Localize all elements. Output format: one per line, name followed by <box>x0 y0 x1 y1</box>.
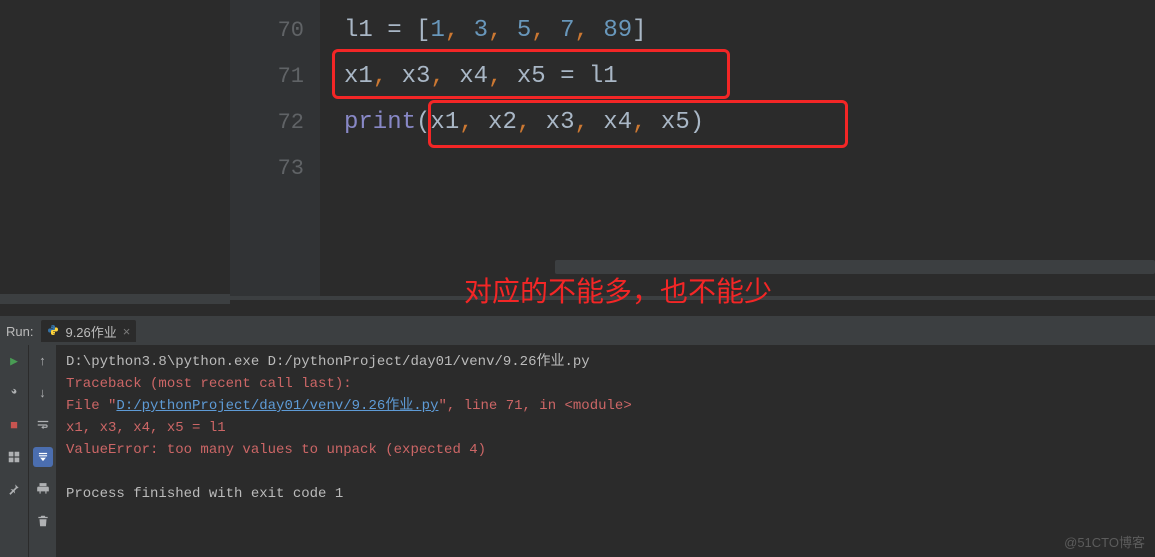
run-header: Run: 9.26作业 × <box>0 317 1155 345</box>
num-literal: 89 <box>603 17 632 44</box>
comma: , <box>531 17 560 44</box>
line-gutter: 70 71 72 73 <box>230 0 320 300</box>
comma: , <box>517 109 546 136</box>
run-body: ▶ ■ ↑ ↓ <box>0 345 1155 557</box>
var-x4: x4 <box>459 63 488 90</box>
right-paren: ) <box>690 109 704 136</box>
print-func: print <box>344 109 416 136</box>
console-text: File " <box>66 398 116 414</box>
code-line-72[interactable]: print(x1, x2, x3, x4, x5) <box>344 100 1155 146</box>
num-literal: 1 <box>430 17 444 44</box>
line-number: 73 <box>230 146 304 192</box>
left-blank <box>0 0 230 300</box>
console-blank <box>66 461 1145 483</box>
run-toolbar-left: ▶ ■ <box>0 345 28 557</box>
assign-op: = <box>546 63 589 90</box>
run-tab-name: 9.26作业 <box>65 322 116 341</box>
softwrap-icon[interactable] <box>33 415 53 435</box>
var-x3: x3 <box>402 63 431 90</box>
run-tab[interactable]: 9.26作业 × <box>41 320 136 342</box>
var-x5: x5 <box>661 109 690 136</box>
pin-icon[interactable] <box>4 479 24 499</box>
comma: , <box>488 17 517 44</box>
comma: , <box>488 63 517 90</box>
var-l1: l1 <box>344 17 373 44</box>
comma: , <box>430 63 459 90</box>
console-line: D:\python3.8\python.exe D:/pythonProject… <box>66 351 1145 373</box>
comma: , <box>445 17 474 44</box>
close-icon[interactable]: × <box>123 324 131 339</box>
watermark: @51CTO博客 <box>1064 532 1145 551</box>
print-icon[interactable] <box>33 479 53 499</box>
console-output[interactable]: D:\python3.8\python.exe D:/pythonProject… <box>56 345 1155 557</box>
var-x3: x3 <box>546 109 575 136</box>
left-bracket: [ <box>416 17 430 44</box>
console-code-line: x1, x3, x4, x5 = l1 <box>66 417 1145 439</box>
code-line-71[interactable]: x1, x3, x4, x5 = l1 <box>344 54 1155 100</box>
scroll-to-end-icon[interactable] <box>33 447 53 467</box>
line-number: 72 <box>230 100 304 146</box>
console-error-line: ValueError: too many values to unpack (e… <box>66 439 1145 461</box>
wrench-icon[interactable] <box>4 383 24 403</box>
var-x5: x5 <box>517 63 546 90</box>
annotation-text: 对应的不能多，也不能少 <box>464 270 772 310</box>
var-x1: x1 <box>344 63 373 90</box>
traceback-file-link[interactable]: D:/pythonProject/day01/venv/9.26作业.py <box>116 398 438 414</box>
code-line-70[interactable]: l1 = [1, 3, 5, 7, 89] <box>344 8 1155 54</box>
console-text: ", line 71, in <module> <box>438 398 631 414</box>
var-l1: l1 <box>589 63 618 90</box>
run-label: Run: <box>6 324 33 339</box>
comma: , <box>459 109 488 136</box>
var-x2: x2 <box>488 109 517 136</box>
trash-icon[interactable] <box>33 511 53 531</box>
python-icon <box>47 324 59 339</box>
num-literal: 5 <box>517 17 531 44</box>
down-arrow-icon[interactable]: ↓ <box>33 383 53 403</box>
comma: , <box>373 63 402 90</box>
num-literal: 7 <box>560 17 574 44</box>
comma: , <box>574 109 603 136</box>
line-number: 70 <box>230 8 304 54</box>
comma: , <box>575 17 604 44</box>
var-x1: x1 <box>430 109 459 136</box>
left-paren: ( <box>416 109 430 136</box>
stop-button[interactable]: ■ <box>4 415 24 435</box>
num-literal: 3 <box>474 17 488 44</box>
run-panel: Run: 9.26作业 × ▶ ■ ↑ ↓ <box>0 316 1155 557</box>
run-toolbar-right: ↑ ↓ <box>28 345 56 557</box>
right-bracket: ] <box>632 17 646 44</box>
console-traceback: Traceback (most recent call last): <box>66 373 1145 395</box>
console-exit-line: Process finished with exit code 1 <box>66 483 1145 505</box>
layout-icon[interactable] <box>4 447 24 467</box>
code-area[interactable]: l1 = [1, 3, 5, 7, 89] x1, x3, x4, x5 = l… <box>320 0 1155 300</box>
rerun-button[interactable]: ▶ <box>4 351 24 371</box>
assign-op: = <box>373 17 416 44</box>
console-file-line: File "D:/pythonProject/day01/venv/9.26作业… <box>66 395 1145 417</box>
code-line-73[interactable] <box>344 146 1155 192</box>
var-x4: x4 <box>603 109 632 136</box>
comma: , <box>632 109 661 136</box>
up-arrow-icon[interactable]: ↑ <box>33 351 53 371</box>
line-number: 71 <box>230 54 304 100</box>
